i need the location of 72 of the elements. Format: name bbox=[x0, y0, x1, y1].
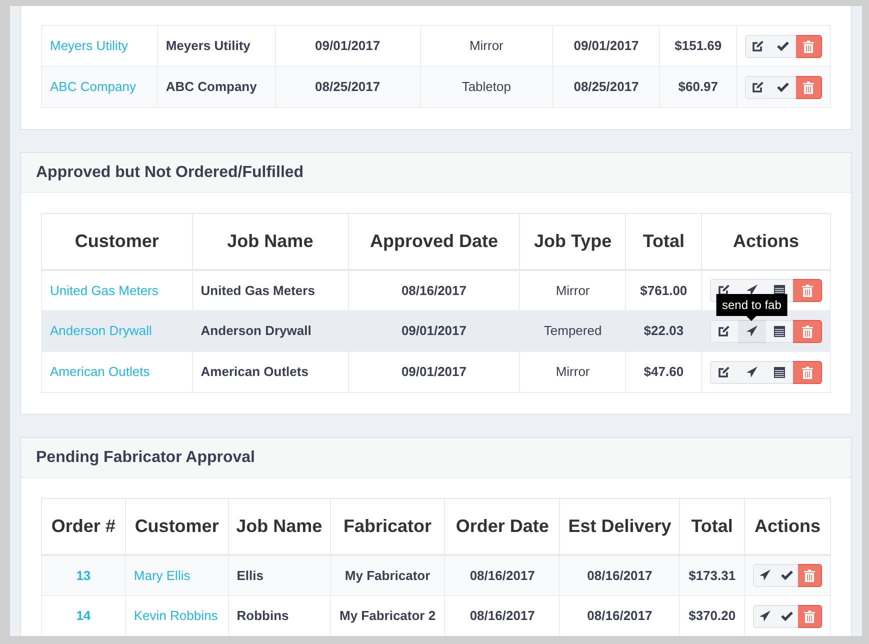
table-cell: ABC Company bbox=[157, 66, 276, 108]
table-cell: $47.60 bbox=[626, 352, 702, 392]
delete-button[interactable] bbox=[793, 360, 822, 384]
table-cell: 08/25/2017 bbox=[275, 66, 420, 108]
delete-button[interactable] bbox=[798, 564, 822, 587]
table-cell: $60.97 bbox=[660, 66, 737, 108]
table-cell: Ellis bbox=[228, 554, 330, 596]
column-header: Job Type bbox=[520, 214, 626, 270]
table-cell: 08/16/2017 bbox=[444, 554, 560, 596]
approve-button[interactable] bbox=[776, 604, 800, 628]
column-header: Approved Date bbox=[348, 214, 520, 270]
table-cell: Tabletop bbox=[420, 66, 553, 108]
edit-button[interactable] bbox=[710, 320, 739, 342]
paper-plane-icon bbox=[746, 366, 758, 378]
column-header: Job Name bbox=[192, 214, 348, 270]
table-cell: $22.03 bbox=[626, 310, 702, 352]
table-cell: American Outlets bbox=[192, 352, 348, 392]
delete-button[interactable] bbox=[796, 34, 822, 58]
table-cell: 08/16/2017 bbox=[560, 554, 680, 596]
table-cell: 08/25/2017 bbox=[552, 66, 660, 108]
table-cell: $173.31 bbox=[680, 554, 745, 596]
edit-icon bbox=[718, 366, 730, 378]
schedule-button[interactable] bbox=[766, 320, 794, 342]
check-icon bbox=[781, 570, 794, 580]
column-header: Total bbox=[626, 214, 702, 270]
approve-button[interactable] bbox=[770, 34, 797, 58]
check-icon bbox=[777, 82, 790, 92]
trash-icon bbox=[802, 40, 814, 52]
trash-icon bbox=[802, 366, 813, 378]
delete-button[interactable] bbox=[796, 76, 822, 98]
tooltip: send to fab bbox=[716, 294, 788, 316]
check-icon bbox=[777, 41, 790, 51]
trash-icon bbox=[804, 610, 816, 622]
calendar-icon bbox=[774, 366, 785, 378]
panel-title: Pending Fabricator Approval bbox=[21, 438, 851, 478]
order-number: 14 bbox=[42, 596, 126, 636]
edit-button[interactable] bbox=[745, 76, 772, 98]
edit-icon bbox=[752, 40, 764, 52]
edit-icon bbox=[718, 325, 730, 337]
paper-plane-icon bbox=[746, 325, 758, 337]
schedule-button[interactable] bbox=[766, 360, 794, 384]
edit-button[interactable] bbox=[745, 34, 772, 58]
approve-button[interactable] bbox=[770, 76, 797, 98]
trash-icon bbox=[802, 284, 813, 297]
table-cell: Mirror bbox=[520, 352, 626, 392]
table-cell: 09/01/2017 bbox=[348, 310, 520, 352]
calendar-icon bbox=[774, 325, 785, 337]
edit-icon bbox=[718, 284, 730, 296]
trash-icon bbox=[802, 324, 813, 338]
panel-title: Approved but Not Ordered/Fulfilled bbox=[21, 153, 851, 193]
approve-button[interactable] bbox=[776, 564, 800, 587]
trash-icon bbox=[804, 568, 816, 582]
paper-plane-icon bbox=[758, 569, 771, 582]
trash-icon bbox=[802, 80, 814, 94]
delete-button[interactable] bbox=[793, 320, 822, 342]
delete-button[interactable] bbox=[798, 604, 822, 628]
order-number: 13 bbox=[42, 554, 126, 596]
table-cell: Tempered bbox=[520, 310, 626, 352]
send-button[interactable] bbox=[753, 564, 777, 587]
edit-button[interactable] bbox=[710, 360, 739, 384]
check-icon bbox=[781, 611, 794, 621]
tooltip-arrow bbox=[746, 316, 757, 320]
column-header: Actions bbox=[702, 214, 830, 270]
delete-button[interactable] bbox=[793, 278, 822, 302]
edit-icon bbox=[752, 81, 764, 93]
table-cell: My Fabricator bbox=[330, 554, 445, 596]
table-cell: Anderson Drywall bbox=[192, 310, 348, 352]
send-button[interactable] bbox=[753, 604, 777, 628]
column-header: Customer bbox=[42, 214, 192, 270]
table-cell: 09/01/2017 bbox=[348, 352, 520, 392]
paper-plane-icon bbox=[746, 284, 758, 296]
paper-plane-icon bbox=[758, 610, 771, 622]
